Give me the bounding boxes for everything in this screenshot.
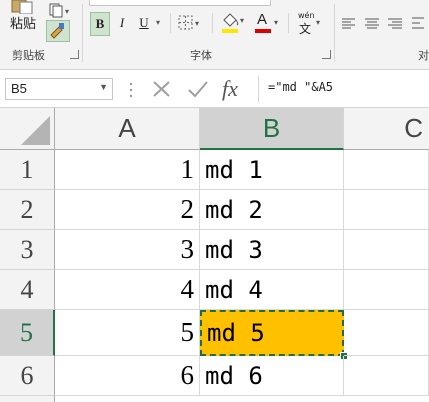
column-header-c[interactable]: C xyxy=(344,108,429,150)
cancel-entry-button[interactable] xyxy=(150,78,174,100)
font-group-label: 字体 xyxy=(190,49,212,62)
paste-label: 粘贴 xyxy=(10,17,37,32)
cell-a1[interactable]: 1 xyxy=(55,150,200,190)
cell-a2[interactable]: 2 xyxy=(55,190,200,230)
cell-c2[interactable] xyxy=(344,190,429,230)
font-name-box[interactable] xyxy=(89,0,271,6)
row-header-6[interactable]: 6 xyxy=(0,356,55,396)
row-header-4[interactable]: 4 xyxy=(0,270,55,310)
checkmark-icon xyxy=(188,81,208,98)
cell-a3[interactable]: 3 xyxy=(55,230,200,270)
cell-c3[interactable] xyxy=(344,230,429,270)
cell-a4[interactable]: 4 xyxy=(55,270,200,310)
name-box-value: B5 xyxy=(11,81,27,96)
phonetic-button[interactable]: wén 文 ▾ xyxy=(296,10,326,36)
cell-a5[interactable]: 5 xyxy=(55,310,200,356)
row-header-1[interactable]: 1 xyxy=(0,150,55,190)
name-box[interactable]: B5 ▼ xyxy=(5,78,113,100)
svg-text:▾: ▾ xyxy=(195,19,199,28)
cell-b3[interactable]: md 3 xyxy=(200,230,344,270)
ribbon: 粘贴 ▾ 剪贴板 B I U ▾ ▾ ▾ A ▾ wén 文 ▾ 字体 对 xyxy=(0,0,429,70)
clipboard-group-label: 剪贴板 xyxy=(12,49,45,62)
formula-input[interactable]: ="md "&A5 xyxy=(268,80,333,94)
align-right-button[interactable] xyxy=(387,16,403,30)
spreadsheet-grid: A B C 1 1 md 1 2 2 md 2 3 3 md 3 4 4 md … xyxy=(0,108,429,402)
underline-button[interactable]: U xyxy=(135,12,153,34)
align-right-icon xyxy=(388,18,402,29)
svg-text:▾: ▾ xyxy=(65,7,69,16)
fill-color-button[interactable]: ▾ xyxy=(220,11,248,35)
underline-dropdown-icon[interactable]: ▾ xyxy=(156,18,160,27)
column-header-a[interactable]: A xyxy=(55,108,200,150)
borders-button[interactable]: ▾ xyxy=(178,14,204,32)
row-header-3[interactable]: 3 xyxy=(0,230,55,270)
align-center-button[interactable] xyxy=(364,16,380,30)
copy-button[interactable]: ▾ xyxy=(48,2,72,18)
clipboard-launcher-icon[interactable] xyxy=(70,50,79,59)
cell-b4[interactable]: md 4 xyxy=(200,270,344,310)
formula-bar-dots-icon xyxy=(129,82,133,98)
cell-c4[interactable] xyxy=(344,270,429,310)
row-header-7[interactable] xyxy=(0,396,55,402)
align-left-icon xyxy=(342,18,355,29)
paste-button[interactable]: 粘贴 xyxy=(6,0,42,36)
cell-c6[interactable] xyxy=(344,356,429,396)
italic-button[interactable]: I xyxy=(113,12,131,34)
wrap-text-button[interactable] xyxy=(410,14,426,32)
insert-function-button[interactable]: fx xyxy=(222,76,250,102)
alignment-group-label: 对 xyxy=(418,49,429,62)
select-all-button[interactable] xyxy=(0,108,55,150)
cell-b5-active[interactable]: md 5 xyxy=(200,310,344,356)
format-painter-icon xyxy=(50,23,64,39)
column-header-b[interactable]: B xyxy=(200,108,344,150)
cell-b6[interactable]: md 6 xyxy=(200,356,344,396)
format-painter-button[interactable] xyxy=(46,20,70,42)
svg-text:▾: ▾ xyxy=(240,16,244,25)
formula-bar: B5 ▼ fx ="md "&A5 xyxy=(0,70,429,108)
borders-icon: ▾ xyxy=(178,15,199,30)
cell-c1[interactable] xyxy=(344,150,429,190)
cell-a6[interactable]: 6 xyxy=(55,356,200,396)
row-header-5[interactable]: 5 xyxy=(0,310,55,356)
font-color-letter: A xyxy=(257,11,268,28)
font-color-swatch xyxy=(255,29,271,33)
font-launcher-icon[interactable] xyxy=(322,50,331,59)
select-all-triangle-icon xyxy=(21,116,50,145)
paste-icon xyxy=(11,0,33,14)
confirm-entry-button[interactable] xyxy=(186,78,210,100)
row-header-2[interactable]: 2 xyxy=(0,190,55,230)
cancel-x-icon xyxy=(153,81,170,97)
font-color-button[interactable]: A ▾ xyxy=(254,11,282,35)
cell-c5[interactable] xyxy=(344,310,429,356)
wrap-text-icon xyxy=(412,17,424,29)
name-box-dropdown-icon[interactable]: ▼ xyxy=(99,82,108,92)
copy-icon: ▾ xyxy=(49,3,69,18)
align-center-icon xyxy=(365,18,379,29)
fill-bucket-icon: ▾ xyxy=(222,13,244,33)
cell-b1[interactable]: md 1 xyxy=(200,150,344,190)
align-left-button[interactable] xyxy=(341,16,357,30)
fx-icon: fx xyxy=(222,76,238,101)
bold-button[interactable]: B xyxy=(90,12,110,36)
cell-b2[interactable]: md 2 xyxy=(200,190,344,230)
